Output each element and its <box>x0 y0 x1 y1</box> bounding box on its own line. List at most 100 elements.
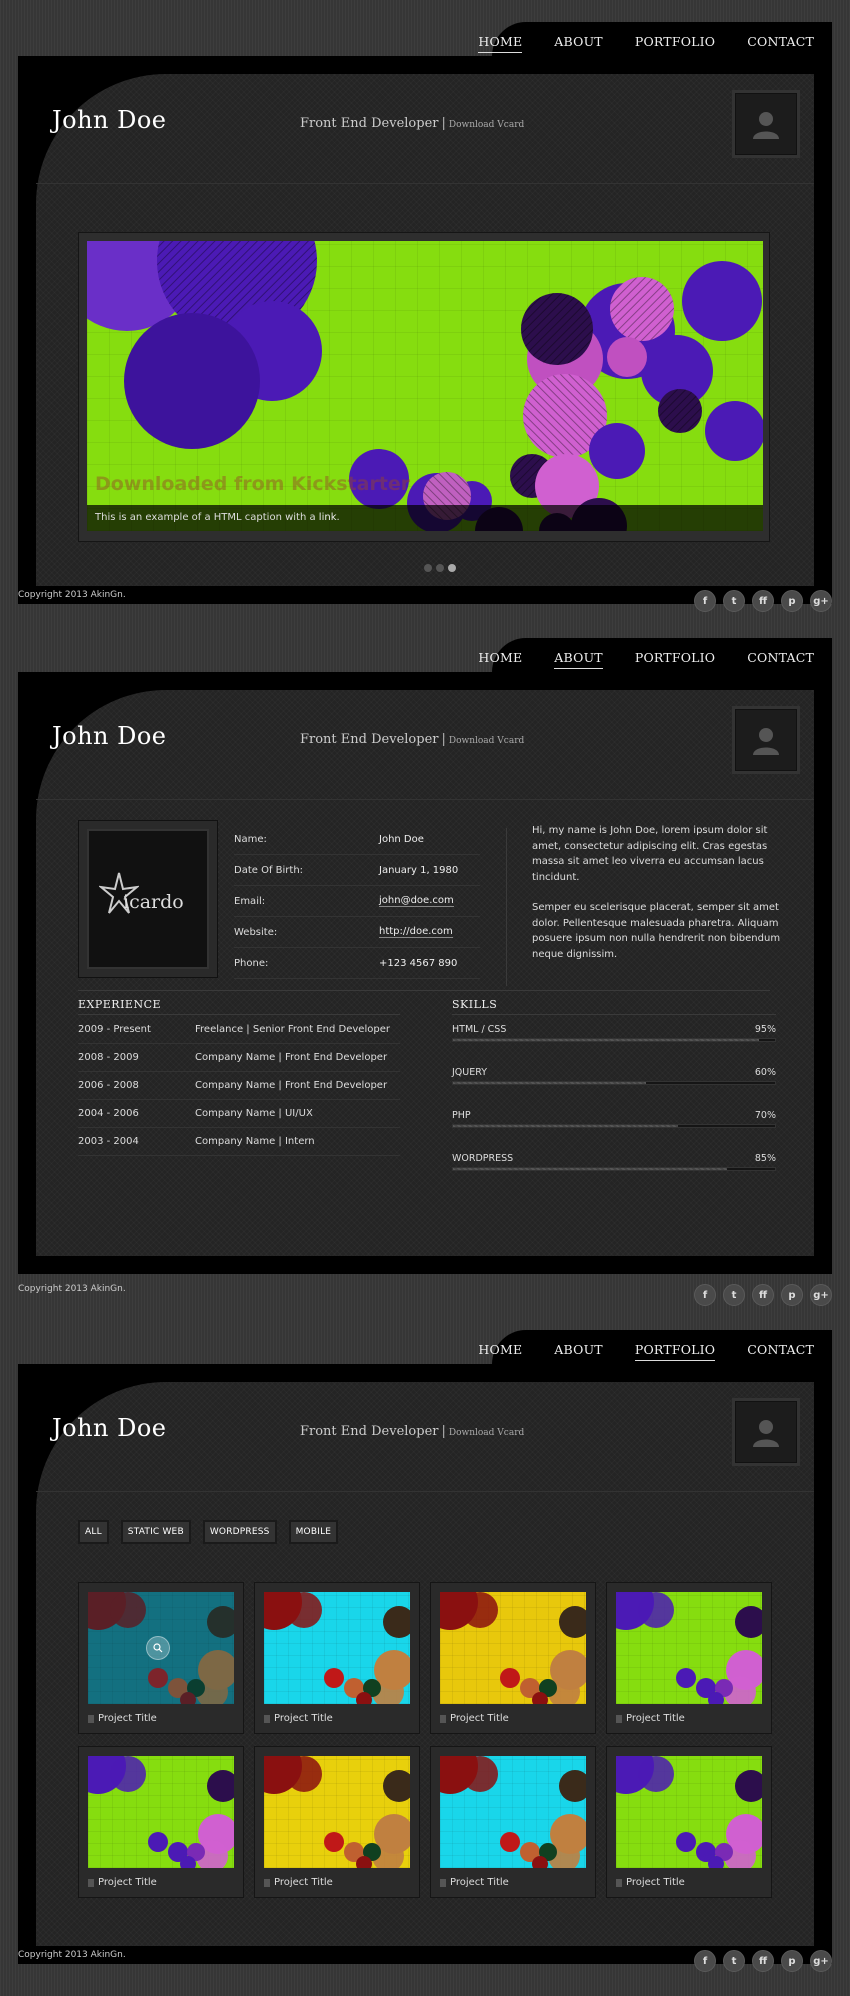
project-title[interactable]: Project Title <box>616 1713 762 1724</box>
site-title: Front End Developer | Download Vcard <box>300 116 524 131</box>
site-name[interactable]: John Doe <box>52 722 167 750</box>
project-card[interactable]: Project Title <box>606 1582 772 1734</box>
site-name[interactable]: John Doe <box>52 1414 167 1442</box>
project-card[interactable]: Project Title <box>254 1746 420 1898</box>
caption-link[interactable]: link <box>319 512 337 523</box>
google-plus-icon[interactable]: g+ <box>810 1284 832 1306</box>
nav-home[interactable]: HOME <box>478 34 523 53</box>
project-bullet-icon <box>616 1714 622 1723</box>
bio-paragraph-1: Hi, my name is John Doe, lorem ipsum dol… <box>532 825 768 883</box>
pinterest-icon[interactable]: p <box>781 1950 803 1972</box>
facebook-icon[interactable]: f <box>694 590 716 612</box>
facebook-icon[interactable]: f <box>694 1284 716 1306</box>
project-thumbnail[interactable] <box>88 1592 234 1704</box>
nav-contact[interactable]: CONTACT <box>747 1342 814 1361</box>
project-thumbnail[interactable] <box>616 1592 762 1704</box>
filter-all[interactable]: ALL <box>78 1520 109 1544</box>
slider-dot-3[interactable] <box>448 564 456 572</box>
email-link[interactable]: john@doe.com <box>379 895 454 907</box>
project-card[interactable]: Project Title <box>78 1746 244 1898</box>
pinterest-icon[interactable]: p <box>781 1284 803 1306</box>
title-separator: | <box>441 1424 446 1439</box>
project-title[interactable]: Project Title <box>264 1877 410 1888</box>
flickr-icon[interactable]: ff <box>752 1950 774 1972</box>
nav-portfolio[interactable]: PORTFOLIO <box>635 34 715 53</box>
project-bullet-icon <box>88 1714 94 1723</box>
nav-portfolio[interactable]: PORTFOLIO <box>634 1342 716 1361</box>
flickr-icon[interactable]: ff <box>752 1284 774 1306</box>
download-vcard-link[interactable]: Download Vcard <box>449 120 524 130</box>
nav-portfolio[interactable]: PORTFOLIO <box>635 650 715 669</box>
site-title: Front End Developer | Download Vcard <box>300 732 524 747</box>
facebook-icon[interactable]: f <box>694 1950 716 1972</box>
project-title[interactable]: Project Title <box>88 1713 234 1724</box>
nav-contact[interactable]: CONTACT <box>747 650 814 669</box>
skill-bar <box>452 1038 776 1042</box>
pinterest-icon[interactable]: p <box>781 590 803 612</box>
experience-row: 2009 - Present Freelance | Senior Front E… <box>78 1016 400 1044</box>
website-link[interactable]: http://doe.com <box>379 926 453 938</box>
social-links: f t ff p g+ <box>694 1950 832 1972</box>
project-thumbnail[interactable] <box>440 1592 586 1704</box>
project-title-text: Project Title <box>274 1877 333 1888</box>
info-label: Email: <box>234 895 266 907</box>
skill-item: HTML / CSS 95% <box>452 1024 776 1067</box>
twitter-icon[interactable]: t <box>723 590 745 612</box>
skill-name: PHP <box>452 1110 471 1121</box>
experience-role: Company Name | Intern <box>195 1136 315 1147</box>
project-title[interactable]: Project Title <box>616 1877 762 1888</box>
project-card[interactable]: Project Title <box>78 1582 244 1734</box>
skill-bar <box>452 1167 776 1171</box>
info-label: Phone: <box>234 957 269 969</box>
slider-dot-1[interactable] <box>424 564 432 572</box>
project-title-text: Project Title <box>626 1877 685 1888</box>
filter-wordpress[interactable]: WORDPRESS <box>202 1520 277 1544</box>
google-plus-icon[interactable]: g+ <box>810 1950 832 1972</box>
project-card[interactable]: Project Title <box>430 1746 596 1898</box>
project-title[interactable]: Project Title <box>440 1877 586 1888</box>
project-thumbnail[interactable] <box>440 1756 586 1868</box>
nav-home[interactable]: HOME <box>478 1342 522 1361</box>
nav-contact[interactable]: CONTACT <box>747 34 814 53</box>
project-thumbnail[interactable] <box>264 1756 410 1868</box>
experience-row: 2003 - 2004 Company Name | Intern <box>78 1128 400 1156</box>
panel: John Doe Front End Developer | Download Vc… <box>36 690 814 1256</box>
experience-years: 2004 - 2006 <box>78 1108 139 1119</box>
info-label: Date Of Birth: <box>234 864 304 876</box>
nav-about[interactable]: ABOUT <box>554 34 603 53</box>
site-name[interactable]: John Doe <box>52 106 167 134</box>
nav-about[interactable]: ABOUT <box>554 650 603 669</box>
project-title[interactable]: Project Title <box>440 1713 586 1724</box>
avatar <box>732 90 800 158</box>
info-row: Phone: +123 4567 890 <box>234 948 480 979</box>
nav-about[interactable]: ABOUT <box>554 1342 603 1361</box>
filter-static-web[interactable]: STATIC WEB <box>120 1520 191 1544</box>
divider <box>78 990 770 991</box>
thumbnail-circles <box>264 1756 410 1868</box>
google-plus-icon[interactable]: g+ <box>810 590 832 612</box>
twitter-icon[interactable]: t <box>723 1950 745 1972</box>
filter-mobile[interactable]: MOBILE <box>288 1520 339 1544</box>
project-title[interactable]: Project Title <box>88 1877 234 1888</box>
flickr-icon[interactable]: ff <box>752 590 774 612</box>
project-card[interactable]: Project Title <box>430 1582 596 1734</box>
project-thumbnail[interactable] <box>616 1756 762 1868</box>
nav-home[interactable]: HOME <box>478 650 522 669</box>
skill-bar-fill <box>453 1125 679 1127</box>
experience-heading: EXPERIENCE <box>78 998 162 1011</box>
project-card[interactable]: Project Title <box>606 1746 772 1898</box>
download-vcard-link[interactable]: Download Vcard <box>449 1428 524 1438</box>
slider-dot-2[interactable] <box>436 564 444 572</box>
info-row: Name: John Doe <box>234 824 480 855</box>
download-vcard-link[interactable]: Download Vcard <box>449 736 524 746</box>
project-thumbnail[interactable] <box>88 1756 234 1868</box>
project-thumbnail[interactable] <box>264 1592 410 1704</box>
zoom-icon[interactable] <box>146 1636 170 1660</box>
project-card[interactable]: Project Title <box>254 1582 420 1734</box>
twitter-icon[interactable]: t <box>723 1284 745 1306</box>
skills-heading: SKILLS <box>452 998 498 1011</box>
project-title[interactable]: Project Title <box>264 1713 410 1724</box>
title-separator: | <box>441 732 446 747</box>
skill-percent: 70% <box>754 1110 776 1121</box>
experience-role: Company Name | UI/UX <box>195 1108 313 1119</box>
